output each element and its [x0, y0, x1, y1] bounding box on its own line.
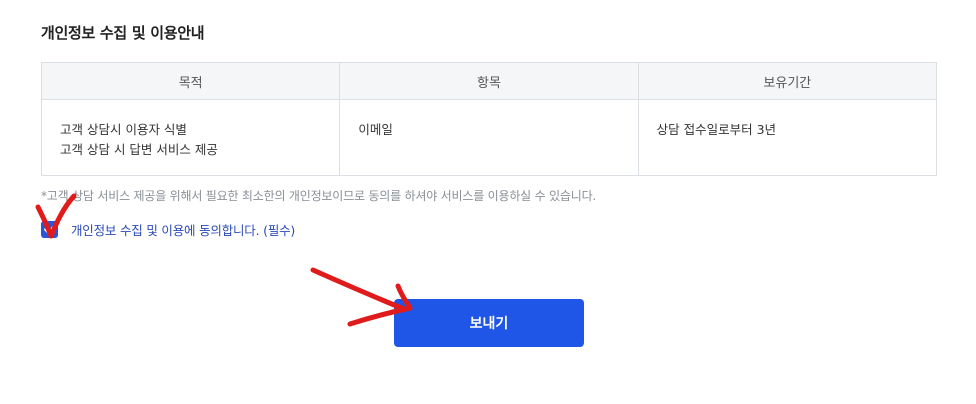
cell-purpose: 고객 상담시 이용자 식별 고객 상담 시 답변 서비스 제공 — [41, 99, 341, 176]
consent-label[interactable]: 개인정보 수집 및 이용에 동의합니다. (필수) — [71, 220, 295, 239]
consent-notice: *고객 상담 서비스 제공을 위해서 필요한 최소한의 개인정보이므로 동의를 … — [41, 189, 597, 203]
section-title: 개인정보 수집 및 이용안내 — [41, 24, 205, 42]
privacy-info-table: 목적 항목 보유기간 고객 상담시 이용자 식별 고객 상담 시 답변 서비스 … — [41, 62, 937, 176]
privacy-consent-page: 개인정보 수집 및 이용안내 목적 항목 보유기간 고객 상담시 이용자 식별 … — [0, 0, 976, 404]
cell-items: 이메일 — [339, 99, 639, 176]
send-button[interactable]: 보내기 — [394, 299, 584, 347]
purpose-line-1: 고객 상담시 이용자 식별 — [60, 122, 187, 137]
header-purpose: 목적 — [41, 62, 341, 100]
consent-agreement[interactable]: 개인정보 수집 및 이용에 동의합니다. (필수) — [41, 220, 295, 239]
header-items: 항목 — [339, 62, 639, 100]
checkmark-icon — [44, 225, 55, 234]
cell-retention: 상담 접수일로부터 3년 — [656, 122, 777, 137]
consent-checkbox[interactable] — [41, 221, 58, 238]
purpose-line-2: 고객 상담 시 답변 서비스 제공 — [60, 142, 218, 157]
table-header-row: 목적 항목 보유기간 — [41, 62, 937, 100]
table-row: 고객 상담시 이용자 식별 고객 상담 시 답변 서비스 제공 이메일 상담 접… — [41, 99, 937, 176]
header-retention: 보유기간 — [638, 62, 937, 100]
